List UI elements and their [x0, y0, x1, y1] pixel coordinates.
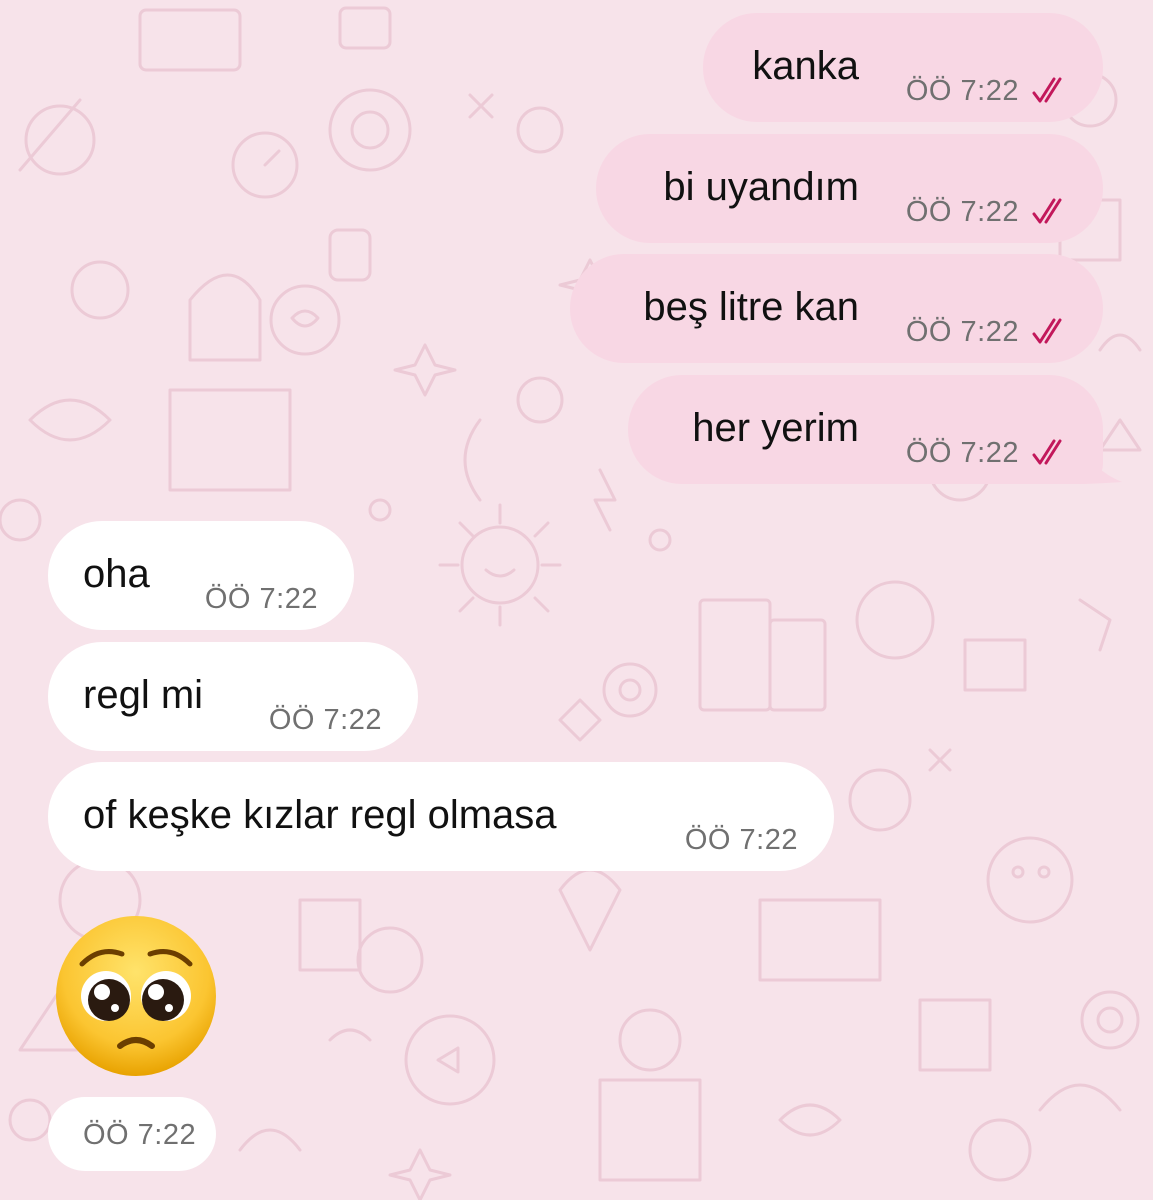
outgoing-message[interactable]: kanka ÖÖ 7:22	[703, 13, 1103, 122]
message-time: ÖÖ 7:22	[684, 824, 798, 856]
message-text: of keşke kızlar regl olmasa	[83, 793, 557, 837]
outgoing-message[interactable]: beş litre kan ÖÖ 7:22	[570, 254, 1103, 363]
read-receipt-icon	[1032, 77, 1062, 103]
message-text: kanka	[752, 44, 859, 88]
message-text: oha	[83, 552, 150, 596]
message-text: regl mi	[83, 673, 204, 717]
outgoing-message[interactable]: her yerim ÖÖ 7:22	[628, 375, 1103, 484]
message-time: ÖÖ 7:22	[905, 196, 1019, 228]
incoming-message[interactable]: of keşke kızlar regl olmasa ÖÖ 7:22	[48, 762, 834, 871]
message-text: beş litre kan	[643, 285, 859, 329]
read-receipt-icon	[1032, 439, 1062, 465]
bubble-tail	[1078, 440, 1122, 484]
pleading-face-icon	[56, 916, 216, 1076]
message-time: ÖÖ 7:22	[83, 1119, 197, 1151]
message-time: ÖÖ 7:22	[905, 75, 1019, 107]
message-time: ÖÖ 7:22	[905, 316, 1019, 348]
incoming-message[interactable]: oha ÖÖ 7:22	[48, 521, 354, 630]
read-receipt-icon	[1032, 198, 1062, 224]
message-time: ÖÖ 7:22	[905, 437, 1019, 469]
message-time: ÖÖ 7:22	[268, 704, 382, 736]
message-time: ÖÖ 7:22	[204, 583, 318, 615]
message-text: bi uyandım	[663, 165, 859, 209]
incoming-message-time[interactable]: ÖÖ 7:22	[48, 1097, 216, 1171]
read-receipt-icon	[1032, 318, 1062, 344]
emoji-message[interactable]	[54, 914, 218, 1078]
outgoing-message[interactable]: bi uyandım ÖÖ 7:22	[596, 134, 1103, 243]
message-text: her yerim	[692, 406, 859, 450]
incoming-message[interactable]: regl mi ÖÖ 7:22	[48, 642, 418, 751]
